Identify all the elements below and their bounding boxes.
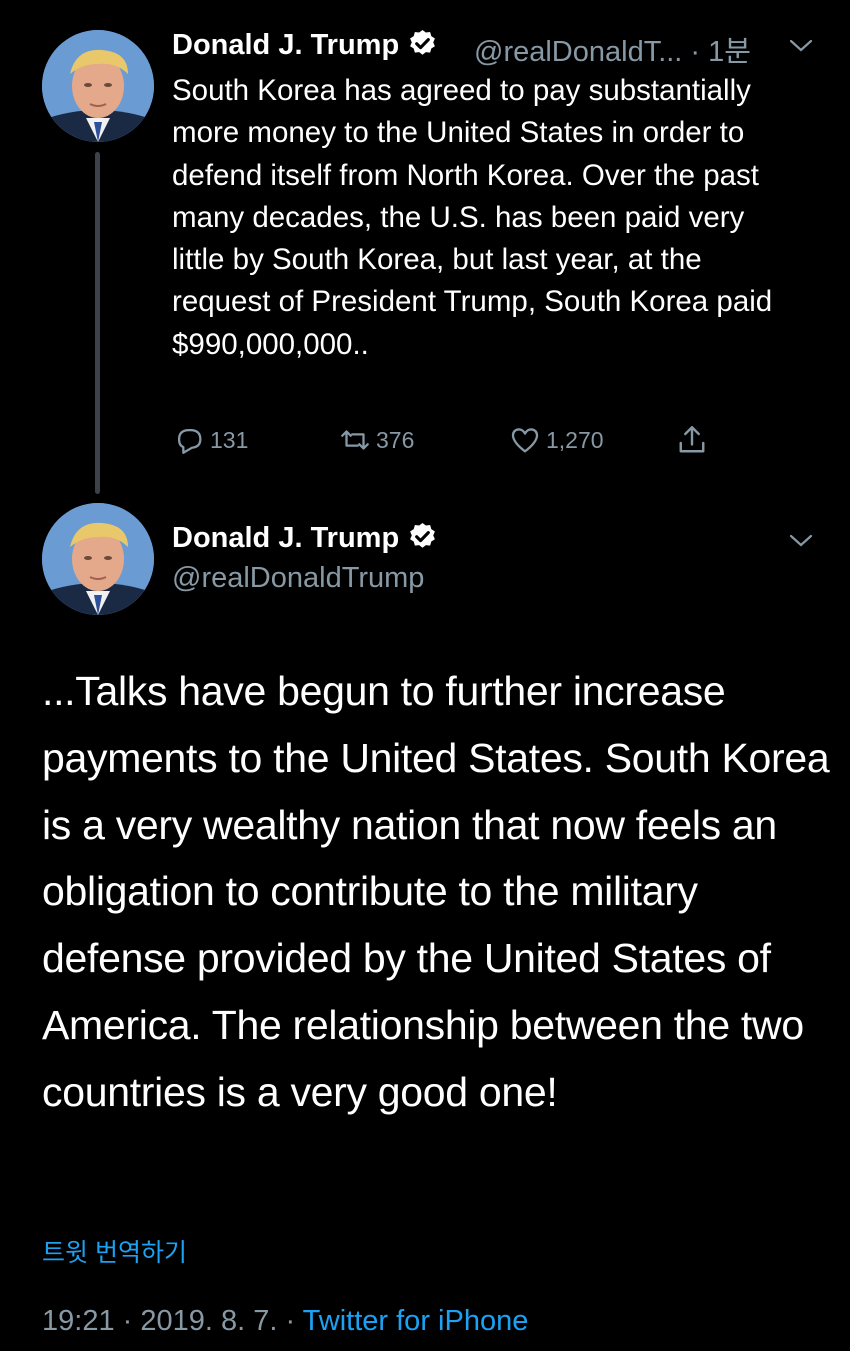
author-name[interactable]: Donald J. Trump bbox=[172, 28, 438, 62]
verified-badge-icon bbox=[410, 522, 436, 548]
verified-badge-icon bbox=[410, 29, 436, 55]
reply-icon bbox=[177, 428, 202, 454]
author-handle[interactable]: @realDonaldT... · 1분 bbox=[474, 28, 751, 70]
retweet-button[interactable]: 376 bbox=[338, 422, 414, 458]
translate-tweet-link[interactable]: 트윗 번역하기 bbox=[42, 1233, 187, 1269]
tweet-date: 2019. 8. 7. bbox=[140, 1305, 278, 1337]
retweet-icon bbox=[341, 430, 369, 450]
like-button[interactable]: 1,270 bbox=[508, 422, 604, 458]
thread-connector bbox=[95, 152, 100, 494]
chevron-down-icon[interactable] bbox=[788, 38, 814, 54]
tweet-meta: 19:21 · 2019. 8. 7. · Twitter for iPhone bbox=[42, 1305, 529, 1337]
share-button[interactable] bbox=[674, 422, 714, 458]
tweet-source-link[interactable]: Twitter for iPhone bbox=[303, 1305, 529, 1337]
author-handle[interactable]: @realDonaldTrump bbox=[172, 562, 424, 595]
chevron-down-icon[interactable] bbox=[788, 533, 814, 549]
author-name[interactable]: Donald J. Trump bbox=[172, 521, 438, 555]
avatar[interactable] bbox=[42, 30, 154, 142]
reply-button[interactable]: 131 bbox=[172, 422, 248, 458]
profile-photo bbox=[42, 503, 154, 615]
tweet-thread-screen: Donald J. Trump @realDonaldT... · 1분 Sou… bbox=[0, 0, 850, 1351]
like-count: 1,270 bbox=[546, 426, 604, 453]
tweet-time: 19:21 bbox=[42, 1305, 115, 1337]
retweet-count: 376 bbox=[376, 426, 415, 453]
tweet-time: 1분 bbox=[708, 36, 751, 68]
reply-count: 131 bbox=[210, 426, 249, 453]
tweet-text: South Korea has agreed to pay substantia… bbox=[172, 74, 773, 361]
avatar[interactable] bbox=[42, 503, 154, 615]
share-icon bbox=[679, 426, 705, 453]
tweet-actions: 131 376 1,270 bbox=[172, 422, 732, 462]
tweet-text: ...Talks have begun to further increase … bbox=[42, 668, 830, 1115]
heart-icon bbox=[511, 428, 539, 453]
profile-photo bbox=[42, 30, 154, 142]
